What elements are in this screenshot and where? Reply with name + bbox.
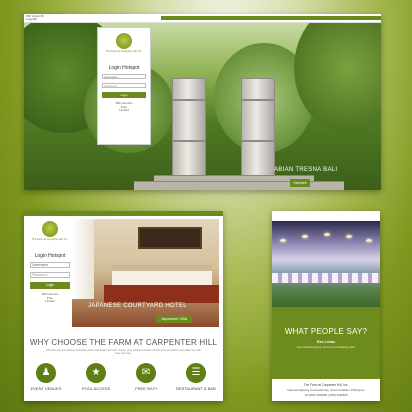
feature-restaurant-bar: ☰ RESTAURANT & BAR	[176, 363, 216, 391]
login-button[interactable]: Login	[102, 92, 146, 99]
desktop-accent-bar	[161, 16, 381, 20]
hero-caption-button[interactable]: Japanese Villa	[156, 315, 192, 323]
username-input[interactable]: Username	[30, 262, 70, 269]
logo-icon	[42, 221, 58, 237]
password-input[interactable]: Password	[30, 272, 70, 279]
feature-label: POOL ACCESS	[81, 386, 111, 391]
username-input[interactable]: Username	[102, 74, 146, 80]
phone-footer: The Farm at Carpenter Hill, Inc. Nationa…	[272, 379, 380, 401]
desktop-hero-image: The Farm at Carpenter Hill, Inc. Login H…	[24, 23, 381, 190]
footer-line: National Highway, Koronadal City, South …	[287, 388, 365, 392]
desktop-top-bar: Wifi (Hotel B) Login(B)	[24, 14, 381, 23]
footer-line: Tel:(083) 2282838 | (083) 2282835	[304, 393, 348, 397]
why-subtext: Whether you are seeking tranquility and …	[46, 349, 201, 356]
testimonial-heading: WHAT PEOPLE SAY?	[284, 327, 368, 336]
desktop-preview: Wifi (Hotel B) Login(B) The Farm at Carp…	[24, 14, 381, 190]
hall-light	[324, 233, 330, 236]
desktop-top-left-text: Wifi (Hotel B) Login(B)	[26, 15, 44, 21]
login-button[interactable]: Login	[30, 282, 70, 290]
login-title: Login Hotspot	[34, 253, 66, 260]
room-window	[72, 219, 94, 299]
footer-line: The Farm at Carpenter Hill, Inc.	[303, 383, 349, 387]
restaurant-icon: ☰	[186, 363, 206, 383]
logo-text: The Farm at Carpenter Hill, Inc.	[105, 50, 143, 53]
star-icon: ★	[86, 363, 106, 383]
phone-hero-image	[272, 221, 380, 307]
password-input[interactable]: Password	[102, 83, 146, 89]
hall-light	[302, 235, 308, 238]
chat-icon: ✉	[136, 363, 156, 383]
login-note-line: Limited	[119, 108, 129, 113]
login-note-line: Limited	[45, 299, 55, 304]
room-bedspread	[104, 285, 219, 303]
feature-free-wifi: ✉ FREE WI-FI	[126, 363, 166, 391]
room-artwork	[138, 227, 202, 249]
hero-caption-button[interactable]: Venues	[290, 179, 310, 187]
hero-caption: JAPANESE COURTYARD HOTEL	[88, 303, 187, 309]
gate-step-2	[134, 181, 344, 190]
feature-label: RESTAURANT & BAR	[176, 386, 216, 391]
login-note: WiFi Service Free Limited	[28, 292, 72, 304]
feature-label: EVENT VENUES	[30, 386, 62, 391]
logo-text: The Farm at Carpenter Hill, Inc.	[31, 238, 69, 241]
phone-preview: WHAT PEOPLE SAY? Ere Lelau "very peacefu…	[272, 211, 380, 401]
feature-label: FREE WI-FI	[135, 386, 157, 391]
room-bed	[112, 265, 212, 287]
hero-caption: ABIAN TRESNA BALI	[274, 167, 338, 173]
login-note: WiFi Service Free Limited	[98, 101, 150, 113]
phone-top-bar	[272, 211, 380, 221]
why-heading: WHY CHOOSE THE FARM AT CARPENTER HILL	[29, 338, 218, 347]
feature-pool-access: ★ POOL ACCESS	[76, 363, 116, 391]
testimonial-quote: "very peaceful place, and accommodating …	[296, 345, 356, 349]
hall-light	[366, 239, 372, 242]
tablet-login-panel: The Farm at Carpenter Hill, Inc. Login H…	[28, 217, 72, 321]
desktop-top-left-line-2: Login(B)	[26, 17, 38, 21]
desktop-login-panel: The Farm at Carpenter Hill, Inc. Login H…	[97, 27, 151, 145]
hall-tables	[272, 273, 380, 283]
tablet-hero-image: JAPANESE COURTYARD HOTEL Japanese Villa	[72, 219, 219, 327]
login-title: Login Hotspot	[108, 65, 140, 72]
testimonial-name: Ere Lelau	[316, 339, 335, 344]
logo-icon	[116, 33, 132, 49]
hall-light	[280, 239, 286, 242]
people-icon: ♟	[36, 363, 56, 383]
tablet-accent-bar	[24, 211, 223, 216]
feature-event-venues: ♟ EVENT VENUES	[26, 363, 66, 391]
hall-light	[346, 235, 352, 238]
gate-pillar-left	[172, 78, 206, 190]
tablet-preview: The Farm at Carpenter Hill, Inc. Login H…	[24, 211, 223, 401]
gate-pillar-right	[241, 78, 275, 190]
